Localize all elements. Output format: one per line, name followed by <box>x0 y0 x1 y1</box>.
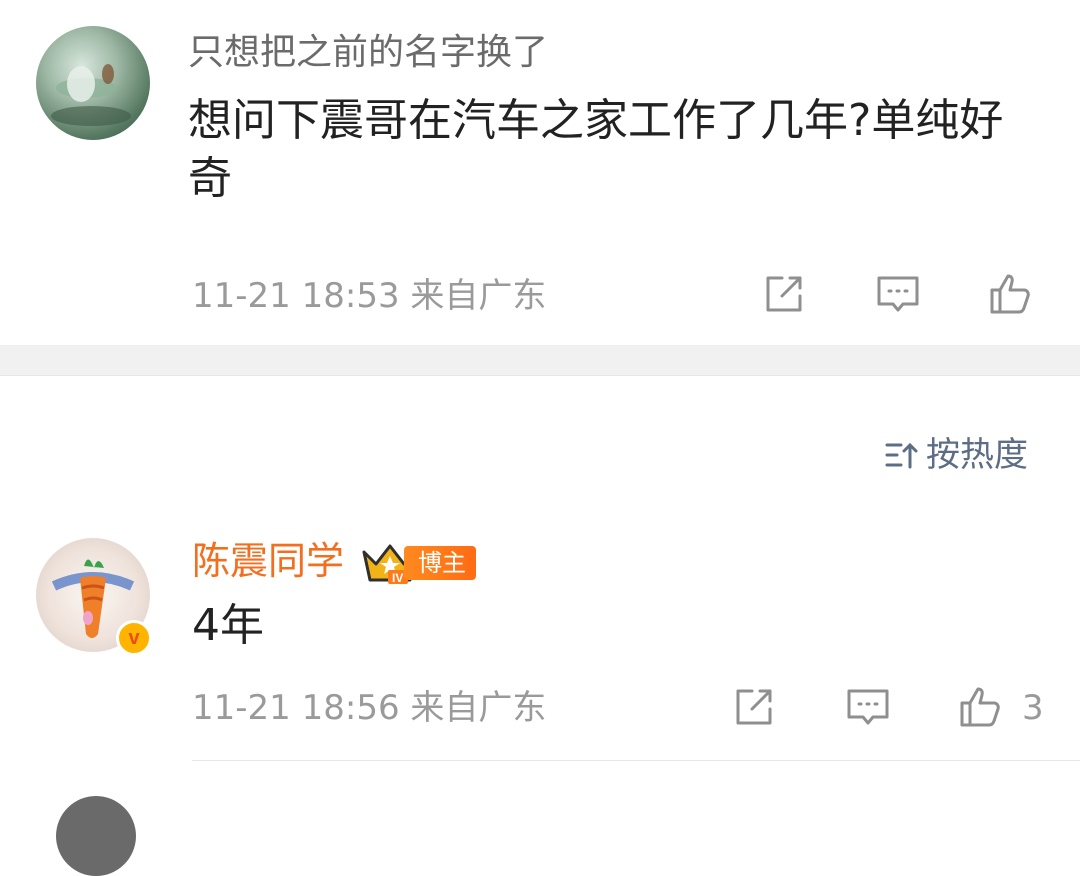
like-icon[interactable] <box>956 683 1004 731</box>
share-icon[interactable] <box>730 683 778 731</box>
share-icon[interactable] <box>760 270 808 318</box>
comment-meta: 11-21 18:53 来自广东 <box>192 276 547 316</box>
reply-username[interactable]: 陈震同学 <box>192 538 344 584</box>
sort-icon <box>884 437 920 473</box>
avatar[interactable] <box>36 26 150 140</box>
avatar-image <box>51 64 131 126</box>
sort-label: 按热度 <box>926 435 1028 475</box>
sort-toggle[interactable]: 按热度 <box>884 434 1028 476</box>
like-count: 3 <box>1022 688 1044 728</box>
verified-badge-icon: v <box>116 620 152 656</box>
comment-username[interactable]: 只想把之前的名字换了 <box>188 30 548 76</box>
reply-meta: 11-21 18:56 来自广东 <box>192 688 547 728</box>
reply-text: 4年 <box>192 600 264 651</box>
svg-text:IV: IV <box>392 571 403 584</box>
avatar[interactable]: v <box>36 538 152 656</box>
like-icon[interactable] <box>986 270 1034 318</box>
section-divider <box>0 345 1080 376</box>
host-badge: 博主 <box>404 546 476 580</box>
comment-icon[interactable] <box>874 270 922 318</box>
reply-divider <box>192 760 1080 761</box>
avatar[interactable] <box>56 796 136 876</box>
comment-icon[interactable] <box>844 683 892 731</box>
comment-text: 想问下震哥在汽车之家工作了几年?单纯好奇 <box>188 95 1004 204</box>
